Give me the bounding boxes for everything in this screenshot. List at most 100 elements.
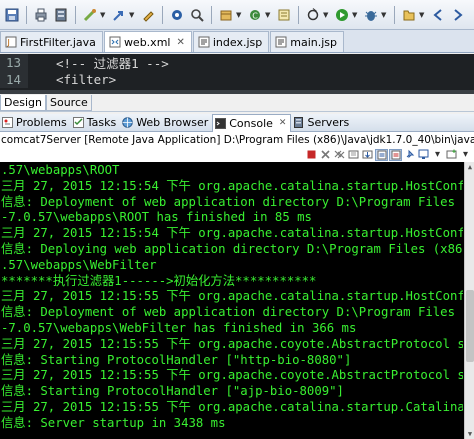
chevron-down-icon[interactable]: ▼ [100,11,106,19]
console-line: 三月 27, 2015 12:15:55 下午 org.apache.coyot… [1,336,463,351]
editor-tab-index-jsp[interactable]: index.jsp [192,31,270,52]
chevron-down-icon[interactable]: ▼ [419,11,425,19]
run-icon[interactable] [333,6,351,24]
new-package-icon[interactable] [217,6,235,24]
tab-console[interactable]: Console ✕ [212,113,292,132]
show-on-stderr-icon[interactable] [389,149,402,161]
sync-icon[interactable] [304,6,322,24]
editor-horizontal-scrollbar[interactable] [0,90,474,94]
forward-icon[interactable] [449,6,467,24]
scroll-down-icon[interactable]: ▼ [465,429,474,439]
tab-label: Tasks [86,116,117,129]
toolbar-separator [162,5,163,24]
open-resource-icon[interactable] [400,6,418,24]
chevron-down-icon[interactable]: ▼ [236,11,242,19]
xml-file-icon [109,36,121,48]
show-on-stdout-icon[interactable] [375,149,388,161]
view-tab-bar: Problems Tasks Web Browser Console ✕ Ser… [0,113,474,132]
code-editor[interactable]: 13 <!-- 过滤器1 --> 14 <filter> [0,54,474,94]
tab-servers[interactable]: Servers [291,114,353,131]
pin-console-icon[interactable] [403,149,416,161]
tab-label: Web Browser [136,116,209,129]
editor-tab-web-xml[interactable]: web.xml ✕ [103,31,192,52]
chevron-down-icon[interactable]: ▼ [265,11,271,19]
open-type-icon[interactable] [275,6,293,24]
chevron-down-icon[interactable]: ▾ [431,149,444,161]
clear-console-icon[interactable] [347,149,360,161]
tab-label: Servers [307,116,350,129]
toolbar-separator [394,5,395,24]
pen-icon[interactable] [139,6,157,24]
console-line: 三月 27, 2015 12:15:54 下午 org.apache.catal… [1,226,463,241]
console-output[interactable]: .57\webapps\ROOT 三月 27, 2015 12:15:54 下午 … [0,162,474,439]
problems-icon [2,117,13,128]
editor-tab-label: FirstFilter.java [20,35,96,49]
terminate-icon[interactable] [305,149,318,161]
tab-problems[interactable]: Problems [0,114,71,131]
editor-tab-main-jsp[interactable]: main.jsp [270,31,344,52]
editor-tab-label: web.xml [123,35,171,49]
server-icon[interactable] [52,6,70,24]
console-line: *******执行过滤器1------>初始化方法*********** [1,273,317,288]
design-source-tabs: Design Source [0,95,474,112]
build-icon[interactable] [168,6,186,24]
display-console-icon[interactable] [417,149,430,161]
console-lines: .57\webapps\ROOT 三月 27, 2015 12:15:54 下午 … [1,163,463,432]
tab-tasks[interactable]: Tasks [71,114,120,131]
deploy-icon[interactable] [81,6,99,24]
toolbar-separator [26,5,27,24]
console-line: .57\webapps\WebFilter [1,257,157,272]
console-vertical-scrollbar[interactable]: ▲ ▼ [464,162,474,439]
close-icon[interactable]: ✕ [176,37,184,48]
scroll-up-icon[interactable]: ▲ [465,162,474,172]
open-console-icon[interactable] [445,149,458,161]
console-line: 三月 27, 2015 12:15:55 下午 org.apache.catal… [1,399,463,414]
code-text: <!-- 过滤器1 --> [56,56,169,71]
arrow-icon[interactable] [110,6,128,24]
chevron-down-icon[interactable]: ▼ [381,11,387,19]
remove-launch-icon[interactable] [319,149,332,161]
chevron-down-icon[interactable]: ▼ [129,11,135,19]
console-line: 信息: Deploying web application directory … [1,241,463,256]
chevron-down-icon[interactable]: ▼ [323,11,329,19]
toolbar-separator [75,5,76,24]
console-line: .57\webapps\ROOT [1,163,120,177]
tab-web-browser[interactable]: Web Browser [120,114,212,131]
search-icon[interactable] [188,6,206,24]
scrollbar-thumb[interactable] [466,290,474,362]
console-icon [215,117,227,129]
tab-label: Console [229,116,273,130]
console-line: 信息: Deployment of web application direct… [1,305,463,320]
close-icon[interactable]: ✕ [279,118,287,128]
toolbar-separator [211,5,212,24]
scroll-lock-icon[interactable] [361,149,374,161]
servers-icon [293,117,304,128]
console-line: -7.0.57\webapps\WebFilter has finished i… [1,320,357,335]
console-line: 三月 27, 2015 12:15:55 下午 org.apache.catal… [1,289,463,304]
jsp-file-icon [275,36,287,48]
editor-tab-firstfilter[interactable]: J FirstFilter.java [0,31,103,52]
chevron-down-icon[interactable]: ▼ [352,11,358,19]
debug-icon[interactable] [362,6,380,24]
line-number: 14 [0,71,28,88]
console-line: -7.0.57\webapps\ROOT has finished in 85 … [1,210,312,225]
console-toolbar: ▾ ▾ [0,148,474,162]
save-icon[interactable] [3,6,21,24]
console-launch-description: comcat7Server [Remote Java Application] … [0,132,474,148]
toolbar-separator [298,5,299,24]
editor-tab-label: main.jsp [290,35,337,49]
tab-design[interactable]: Design [0,95,46,111]
remove-all-icon[interactable] [333,149,346,161]
chevron-down-icon[interactable]: ▾ [459,149,472,161]
console-line: 三月 27, 2015 12:15:54 下午 org.apache.catal… [1,178,463,193]
print-icon[interactable] [32,6,50,24]
code-text: <filter> [56,72,117,87]
tab-source[interactable]: Source [45,95,92,111]
main-toolbar: ▼ ▼ ▼ C ▼ ▼ ▼ ▼ ▼ [0,0,474,30]
console-line: 信息: Deployment of web application direct… [1,194,463,209]
new-class-icon[interactable]: C [246,6,264,24]
tab-label: Problems [16,116,67,129]
code-line: 14 <filter> [0,71,474,88]
back-icon[interactable] [429,6,447,24]
svg-text:C: C [252,11,258,20]
